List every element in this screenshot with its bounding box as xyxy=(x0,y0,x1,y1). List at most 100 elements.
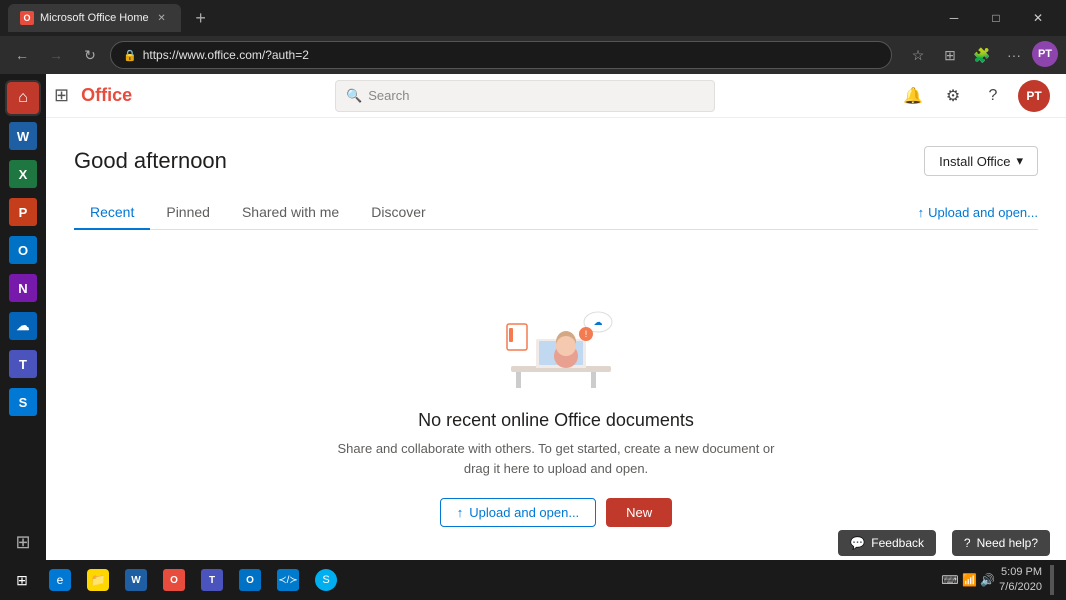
sidebar-item-teams[interactable]: T xyxy=(5,346,41,382)
sidebar-item-all-apps[interactable]: ⊞ xyxy=(5,524,41,560)
sidebar-item-home[interactable]: ⌂ xyxy=(5,80,41,116)
date-display: 7/6/2020 xyxy=(999,580,1042,595)
empty-illustration: ☁ ! xyxy=(481,284,631,394)
word-icon: W xyxy=(9,122,37,150)
taskbar-teams[interactable]: T xyxy=(194,562,230,598)
restore-btn[interactable]: □ xyxy=(976,4,1016,32)
forward-btn[interactable]: → xyxy=(42,41,70,69)
svg-text:!: ! xyxy=(585,329,588,339)
more-icon[interactable]: ··· xyxy=(1000,41,1028,69)
settings-icon[interactable]: ⚙ xyxy=(938,81,968,111)
office-app-bar: ⊞ Office 🔍 Search 🔔 ⚙ ? PT xyxy=(46,74,1066,118)
upload-open-btn[interactable]: ↑ Upload and open... xyxy=(440,498,596,527)
tab-shared[interactable]: Shared with me xyxy=(226,196,355,230)
empty-actions: ↑ Upload and open... New xyxy=(326,498,786,527)
taskbar-skype[interactable]: S xyxy=(308,562,344,598)
taskbar-explorer[interactable]: 📁 xyxy=(80,562,116,598)
need-help-label: Need help? xyxy=(977,536,1038,550)
all-apps-icon: ⊞ xyxy=(15,532,30,553)
tab-close-btn[interactable]: ✕ xyxy=(155,11,169,25)
home-icon: ⌂ xyxy=(7,82,39,114)
feedback-btn[interactable]: 💬 Feedback xyxy=(838,530,936,556)
taskbar-outlook[interactable]: O xyxy=(232,562,268,598)
taskbar-word[interactable]: W xyxy=(118,562,154,598)
search-placeholder: Search xyxy=(368,88,409,103)
empty-desc: Share and collaborate with others. To ge… xyxy=(326,439,786,478)
start-btn[interactable]: ⊞ xyxy=(4,562,40,598)
sidebar-item-word[interactable]: W xyxy=(5,118,41,154)
sidebar-item-outlook[interactable]: O xyxy=(5,232,41,268)
new-tab-btn[interactable]: + xyxy=(189,6,213,30)
sys-icons: ⌨ 📶 🔊 xyxy=(941,573,995,587)
show-desktop[interactable] xyxy=(1050,565,1054,595)
sidebar-item-onenote[interactable]: N xyxy=(5,270,41,306)
tab-pinned[interactable]: Pinned xyxy=(150,196,226,230)
taskbar-ms365[interactable]: O xyxy=(156,562,192,598)
feedback-label: Feedback xyxy=(871,536,924,550)
extensions-icon[interactable]: 🧩 xyxy=(968,41,996,69)
upload-btn-label: Upload and open... xyxy=(469,505,579,520)
onedrive-icon: ☁ xyxy=(9,312,37,340)
powerpoint-icon: P xyxy=(9,198,37,226)
collections-icon[interactable]: ⊞ xyxy=(936,41,964,69)
office-brand: Office xyxy=(81,85,132,106)
taskbar-edge[interactable]: e xyxy=(42,562,78,598)
taskbar-vscode[interactable]: ≺/≻ xyxy=(270,562,306,598)
outlook-icon: O xyxy=(9,236,37,264)
upload-arrow-icon: ↑ xyxy=(457,505,464,520)
search-icon: 🔍 xyxy=(346,88,362,104)
favorites-icon[interactable]: ☆ xyxy=(904,41,932,69)
upload-open-label: Upload and open... xyxy=(928,205,1038,220)
close-btn[interactable]: ✕ xyxy=(1018,4,1058,32)
search-container: 🔍 Search xyxy=(152,80,898,112)
time-display: 5:09 PM xyxy=(999,565,1042,580)
sidebar: ⌂ W X P O N ☁ T S xyxy=(0,74,46,560)
upload-icon: ↑ xyxy=(918,205,925,220)
sway-icon: S xyxy=(9,388,37,416)
tab-recent[interactable]: Recent xyxy=(74,196,150,230)
browser-profile[interactable]: PT xyxy=(1032,41,1058,67)
sidebar-item-sway[interactable]: S xyxy=(5,384,41,420)
address-text: https://www.office.com/?auth=2 xyxy=(143,48,309,62)
upload-open-link[interactable]: ↑ Upload and open... xyxy=(918,205,1038,220)
teams-icon: T xyxy=(9,350,37,378)
tab-title: Microsoft Office Home xyxy=(40,12,149,24)
feedback-icon: 💬 xyxy=(850,536,865,550)
lock-icon: 🔒 xyxy=(123,49,137,62)
taskbar-clock: 5:09 PM 7/6/2020 xyxy=(999,565,1042,596)
notification-icon[interactable]: 🔔 xyxy=(898,81,928,111)
taskbar: ⊞ e 📁 W O T O ≺/≻ S ⌨ 📶 🔊 5:09 PM xyxy=(0,560,1066,600)
need-help-btn[interactable]: ? Need help? xyxy=(952,530,1050,556)
browser-chrome: O Microsoft Office Home ✕ + ─ □ ✕ xyxy=(0,0,1066,36)
sidebar-item-powerpoint[interactable]: P xyxy=(5,194,41,230)
browser-tab[interactable]: O Microsoft Office Home ✕ xyxy=(8,4,181,32)
install-office-btn[interactable]: Install Office ▾ xyxy=(924,146,1038,176)
sidebar-item-excel[interactable]: X xyxy=(5,156,41,192)
new-doc-btn[interactable]: New xyxy=(606,498,672,527)
help-icon[interactable]: ? xyxy=(978,81,1008,111)
page-wrapper: O Microsoft Office Home ✕ + ─ □ ✕ ← → ↻ … xyxy=(0,0,1066,600)
address-input[interactable]: 🔒 https://www.office.com/?auth=2 xyxy=(110,41,892,69)
install-chevron: ▾ xyxy=(1016,153,1023,169)
taskbar-sys-tray: ⌨ 📶 🔊 5:09 PM 7/6/2020 xyxy=(941,565,1062,596)
top-right-icons: 🔔 ⚙ ? PT xyxy=(898,80,1066,112)
browser-toolbar: ☆ ⊞ 🧩 ··· PT xyxy=(904,41,1058,69)
tabs-row: Recent Pinned Shared with me Discover ↑ … xyxy=(74,196,1038,230)
greeting-text: Good afternoon xyxy=(74,148,227,174)
sidebar-item-onedrive[interactable]: ☁ xyxy=(5,308,41,344)
search-box[interactable]: 🔍 Search xyxy=(335,80,715,112)
profile-avatar[interactable]: PT xyxy=(1018,80,1050,112)
excel-icon: X xyxy=(9,160,37,188)
refresh-btn[interactable]: ↻ xyxy=(76,41,104,69)
main-scroll: ⊞ Office 🔍 Search 🔔 ⚙ ? PT xyxy=(46,74,1066,560)
tab-discover[interactable]: Discover xyxy=(355,196,441,230)
waffle-icon: ⊞ xyxy=(54,85,69,106)
minimize-btn[interactable]: ─ xyxy=(934,4,974,32)
page-header: Good afternoon Install Office ▾ xyxy=(74,146,1038,176)
need-help-icon: ? xyxy=(964,536,971,550)
back-btn[interactable]: ← xyxy=(8,41,36,69)
empty-title: No recent online Office documents xyxy=(326,410,786,431)
ms-apps-btn[interactable]: ⊞ xyxy=(46,85,81,106)
empty-state: ☁ ! No recent online Office documents Sh… xyxy=(306,254,806,557)
window-controls: ─ □ ✕ xyxy=(934,4,1058,32)
